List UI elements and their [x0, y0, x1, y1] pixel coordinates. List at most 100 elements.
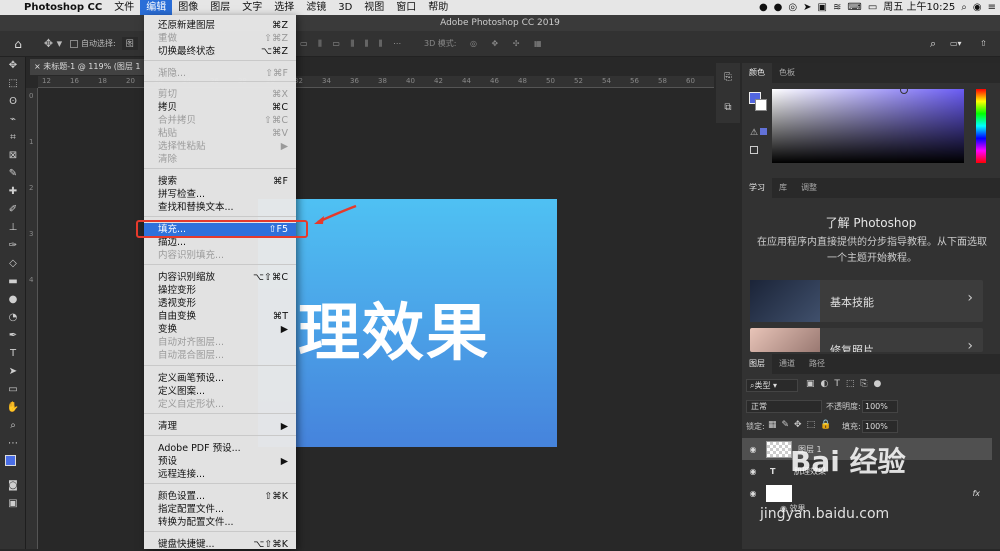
color-cursor[interactable]: [900, 86, 908, 94]
more-tools-icon[interactable]: ⋯: [0, 435, 26, 453]
qq-icon[interactable]: ●: [774, 0, 783, 15]
menu-item[interactable]: 预设 ▶: [144, 455, 296, 468]
align-icons[interactable]: ▭ ⫼ ▭ ⫼ ⫼ ⫼ ⋯: [300, 39, 405, 49]
menu-help[interactable]: 帮助: [422, 0, 454, 15]
layer-filter-select[interactable]: ⌕类型 ▾: [746, 379, 798, 392]
blur-tool-icon[interactable]: ●: [0, 291, 26, 309]
lasso-tool-icon[interactable]: ʘ: [0, 93, 26, 111]
menu-filter[interactable]: 滤镜: [300, 0, 332, 15]
share-icon[interactable]: ⇧: [980, 39, 987, 48]
type-tool-icon[interactable]: T: [0, 345, 26, 363]
battery-icon[interactable]: ▭: [868, 0, 877, 15]
marquee-tool-icon[interactable]: ⬚: [0, 75, 26, 93]
close-icon[interactable]: ×: [34, 62, 43, 71]
menu-item[interactable]: 搜索 ⌘F: [144, 175, 296, 188]
send-icon[interactable]: ➤: [803, 0, 811, 15]
tab-libraries[interactable]: 库: [772, 178, 794, 198]
eye-icon[interactable]: ◉: [742, 445, 764, 454]
eyedropper-tool-icon[interactable]: ✎: [0, 165, 26, 183]
fx-icon[interactable]: fx: [972, 489, 980, 498]
tab-layers[interactable]: 图层: [742, 354, 772, 374]
quick-mask-icon[interactable]: ◙: [0, 477, 26, 495]
wifi-icon[interactable]: ≋: [833, 0, 841, 15]
move-tool-icon[interactable]: ✥: [0, 57, 26, 75]
layer-filter-icons[interactable]: ▣◐T⬚⎘●: [806, 379, 887, 389]
notification-icon[interactable]: ≡: [988, 0, 996, 15]
menu-item[interactable]: 颜色设置... ⇧⌘K: [144, 490, 296, 503]
hand-tool-icon[interactable]: ✋: [0, 399, 26, 417]
menu-item[interactable]: 指定配置文件...: [144, 503, 296, 516]
menu-item[interactable]: 拷贝 ⌘C: [144, 101, 296, 114]
menu-item[interactable]: 自由变换 ⌘T: [144, 310, 296, 323]
search-icon[interactable]: ⌕: [961, 0, 967, 15]
tab-adjustments[interactable]: 调整: [794, 178, 824, 198]
auto-select-checkbox[interactable]: [70, 39, 78, 48]
menu-window[interactable]: 窗口: [390, 0, 422, 15]
layer-select[interactable]: 图: [121, 37, 138, 50]
menu-item[interactable]: 键盘快捷键... ⌥⇧⌘K: [144, 538, 296, 551]
menu-item[interactable]: 切换最终状态 ⌥⌘Z: [144, 45, 296, 58]
eye-icon[interactable]: ◉: [742, 489, 764, 498]
history-brush-tool-icon[interactable]: ✑: [0, 237, 26, 255]
panel-background-color[interactable]: [755, 99, 767, 111]
tab-channels[interactable]: 通道: [772, 354, 802, 374]
menu-item[interactable]: 清理 ▶: [144, 420, 296, 433]
layer-row[interactable]: ◉ fx: [742, 482, 992, 504]
menu-item[interactable]: 透视变形: [144, 297, 296, 310]
eye-icon[interactable]: ◉: [742, 467, 764, 476]
document-tab[interactable]: × 未标题-1 @ 119% (图层 1: [30, 59, 150, 75]
pen-tool-icon[interactable]: ✒: [0, 327, 26, 345]
blend-mode-select[interactable]: 正常: [746, 400, 822, 413]
healing-tool-icon[interactable]: ✚: [0, 183, 26, 201]
tab-learn[interactable]: 学习: [742, 178, 772, 198]
path-select-tool-icon[interactable]: ➤: [0, 363, 26, 381]
menu-3d[interactable]: 3D: [332, 0, 358, 15]
menu-item[interactable]: 拼写检查...: [144, 188, 296, 201]
menu-type[interactable]: 文字: [236, 0, 268, 15]
menu-image[interactable]: 图像: [172, 0, 204, 15]
tab-swatches[interactable]: 色板: [772, 63, 802, 83]
foreground-color[interactable]: [5, 455, 16, 466]
home-icon[interactable]: ⌂: [0, 37, 36, 51]
opacity-input[interactable]: 100%: [862, 400, 898, 413]
app-name-menu[interactable]: Photoshop CC: [18, 0, 108, 15]
brush-tool-icon[interactable]: ✐: [0, 201, 26, 219]
eraser-tool-icon[interactable]: ◇: [0, 255, 26, 273]
siri-icon[interactable]: ◉: [973, 0, 982, 15]
screen-mode-icon[interactable]: ▣: [0, 495, 26, 513]
fill-input[interactable]: 100%: [862, 420, 898, 433]
history-panel-icon[interactable]: ⎘: [716, 63, 740, 93]
properties-panel-icon[interactable]: ⧉: [716, 93, 740, 123]
move-tool-icon[interactable]: ✥ ▾: [36, 37, 70, 50]
menu-file[interactable]: 文件: [108, 0, 140, 15]
menu-item[interactable]: 操控变形: [144, 284, 296, 297]
sync-icon[interactable]: ◎: [788, 0, 797, 15]
input-icon[interactable]: ⌨: [847, 0, 861, 15]
frame-tool-icon[interactable]: ⊠: [0, 147, 26, 165]
learn-card-basics[interactable]: 基本技能 ›: [750, 280, 983, 322]
dodge-tool-icon[interactable]: ◔: [0, 309, 26, 327]
lock-icons[interactable]: ▦✎✥⬚🔒: [768, 420, 836, 430]
search-icon[interactable]: ⌕: [930, 37, 936, 51]
menu-item[interactable]: 变换 ▶: [144, 323, 296, 336]
menu-item[interactable]: 还原新建图层 ⌘Z: [144, 19, 296, 32]
tab-paths[interactable]: 路径: [802, 354, 832, 374]
menu-item[interactable]: 远程连接...: [144, 468, 296, 481]
zoom-tool-icon[interactable]: ⌕: [0, 417, 26, 435]
gamut-warning-icon[interactable]: ⚠: [750, 128, 768, 138]
color-field[interactable]: [772, 89, 964, 163]
color-swatches[interactable]: [0, 453, 25, 477]
hue-slider[interactable]: [976, 89, 986, 163]
menu-item[interactable]: 查找和替换文本...: [144, 201, 296, 214]
menu-select[interactable]: 选择: [268, 0, 300, 15]
menu-layer[interactable]: 图层: [204, 0, 236, 15]
menu-item[interactable]: 转换为配置文件...: [144, 516, 296, 529]
menu-item[interactable]: 定义画笔预设...: [144, 372, 296, 385]
wechat-icon[interactable]: ●: [759, 0, 768, 15]
shape-tool-icon[interactable]: ▭: [0, 381, 26, 399]
menu-item[interactable]: 定义图案...: [144, 385, 296, 398]
learn-card-photos[interactable]: 修复照片 ›: [750, 328, 983, 352]
3d-tool-icons[interactable]: ◎ ✥ ✣ ▦: [470, 39, 548, 48]
tab-color[interactable]: 颜色: [742, 63, 772, 83]
gradient-tool-icon[interactable]: ▬: [0, 273, 26, 291]
